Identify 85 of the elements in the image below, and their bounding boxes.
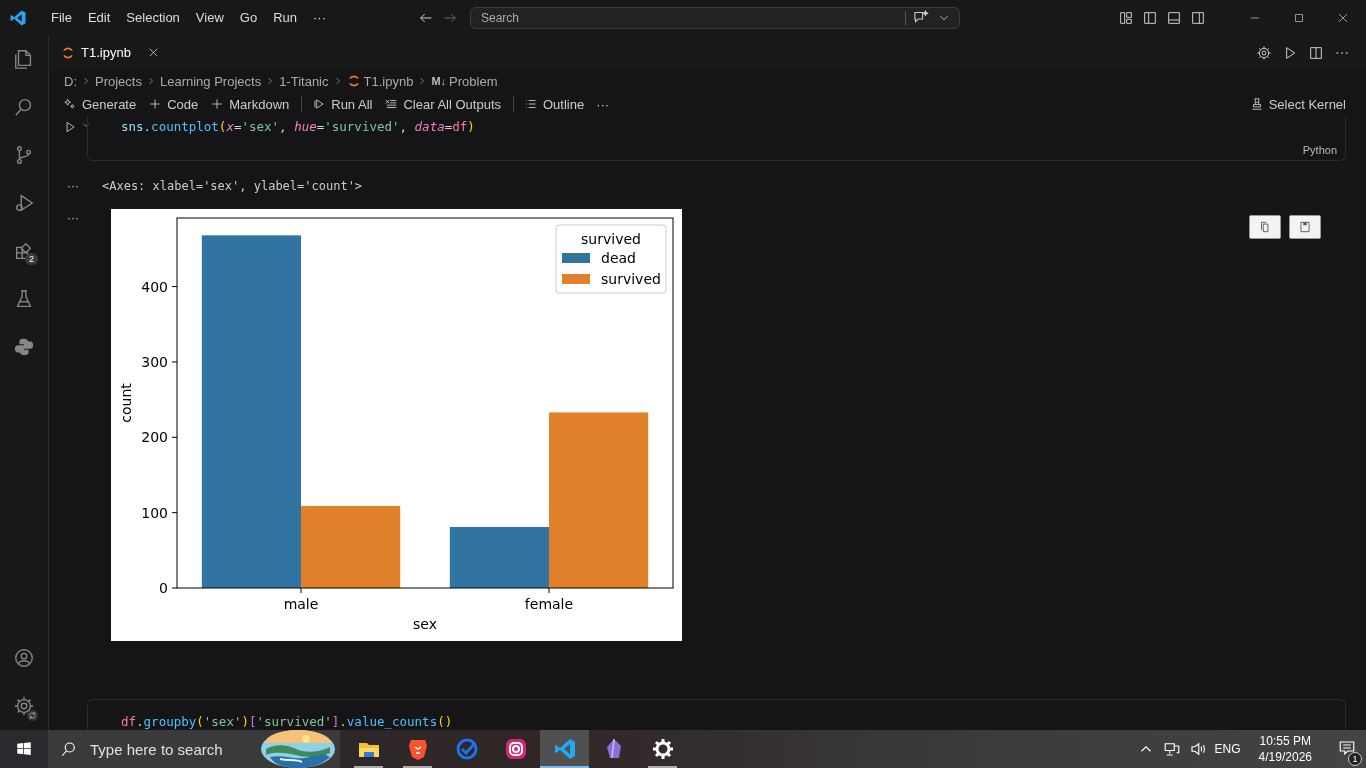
search-input[interactable]: Search <box>479 9 899 26</box>
markdown-icon: M↓ <box>431 75 447 87</box>
code-cell[interactable]: sns.countplot(x='sex', hue='survived', data=df) Python <box>87 116 1346 161</box>
legend-label: dead <box>601 250 636 266</box>
plus-icon <box>210 97 225 111</box>
clock-time[interactable]: 10:55 PM <box>1259 733 1311 749</box>
toolbar-button[interactable]: Outline <box>520 94 589 114</box>
save-button[interactable] <box>1289 215 1321 239</box>
sidebar-right-icon[interactable] <box>1190 9 1206 26</box>
search-icon <box>60 740 78 758</box>
select-kernel-button[interactable]: Select Kernel <box>1245 94 1350 114</box>
breadcrumb-item[interactable]: T1.ipynb <box>363 73 414 89</box>
search-field[interactable]: Search <box>470 6 960 29</box>
sidebar-left-icon[interactable] <box>1142 9 1158 26</box>
toolbar-button[interactable]: Run All <box>308 94 377 114</box>
tick-label: 0 <box>159 580 168 596</box>
run-debug-icon[interactable] <box>13 192 35 214</box>
taskbar-search-field[interactable]: Type here to search <box>48 730 340 768</box>
tick-label: male <box>283 596 319 612</box>
menu-item[interactable]: Go <box>231 10 266 25</box>
settings-icon[interactable] <box>1256 44 1272 61</box>
menu-item[interactable]: ··· <box>305 10 334 25</box>
code-line[interactable]: sns.countplot(x='sex', hue='survived', data=df) <box>121 118 1345 136</box>
notification-count: 1 <box>1348 751 1362 766</box>
axis-label: count <box>118 383 134 423</box>
editor-tab[interactable]: T1.ipynb <box>59 35 170 70</box>
clock-date[interactable]: 4/19/2026 <box>1258 749 1312 765</box>
menu-item[interactable]: Run <box>265 10 305 25</box>
chat-sparkle-icon[interactable] <box>912 9 929 26</box>
sparkle-icon <box>63 97 77 111</box>
code-editor-icon <box>552 737 577 761</box>
kernel-icon <box>1249 97 1264 111</box>
copy-button[interactable] <box>1249 215 1281 239</box>
breadcrumb-item[interactable]: Projects <box>95 73 142 89</box>
tick-label: 300 <box>141 353 168 370</box>
account-icon[interactable] <box>13 647 35 669</box>
tick-label: 400 <box>141 278 168 295</box>
output-menu[interactable]: ··· <box>57 211 79 225</box>
app-logo-icon <box>9 8 27 27</box>
more-button[interactable]: ··· <box>592 94 614 114</box>
breadcrumb-item[interactable]: D: <box>64 73 77 89</box>
breadcrumb-item[interactable]: 1-Titanic <box>279 73 329 89</box>
copy-icon <box>1258 220 1272 234</box>
search-input[interactable]: Type here to search <box>88 739 250 759</box>
count-badge: 2 <box>25 253 38 265</box>
language-label[interactable]: Python <box>1302 144 1345 156</box>
run-cell-icon[interactable] <box>63 120 77 134</box>
settings-icon[interactable] <box>13 695 35 717</box>
language-indicator[interactable]: ENG <box>1214 742 1241 756</box>
code-line[interactable]: df.groupby('sex')['survived'].value_counts() <box>121 713 1345 730</box>
split-editor-icon[interactable] <box>1308 44 1324 61</box>
windows-start-icon[interactable] <box>15 740 33 758</box>
check-circle-icon <box>454 737 479 761</box>
notification-icon[interactable] <box>1338 738 1356 757</box>
menu-item[interactable]: Selection <box>118 10 188 25</box>
breadcrumb-item[interactable]: Learning Projects <box>159 73 262 89</box>
legend-label: survived <box>601 271 661 287</box>
sync-icon <box>27 710 38 721</box>
legend-title: survived <box>581 231 641 247</box>
toolbar-button[interactable]: Clear All Outputs <box>380 94 505 114</box>
menu-item[interactable]: View <box>187 10 232 25</box>
breadcrumb-item[interactable]: Problem <box>449 73 498 89</box>
plus-icon <box>148 97 163 111</box>
menu-item[interactable]: Edit <box>79 10 119 25</box>
save-icon <box>1298 220 1312 234</box>
clear-list-icon <box>384 97 399 111</box>
camera-icon <box>503 737 528 761</box>
toolbar-button[interactable]: Markdown <box>206 94 294 114</box>
menu-item[interactable]: File <box>43 10 80 25</box>
tick-label: 100 <box>141 504 168 521</box>
output-menu[interactable]: ··· <box>57 179 79 193</box>
toolbar-button[interactable]: Code <box>144 94 203 114</box>
settings-icon <box>650 737 675 761</box>
tick-label: female <box>524 596 574 612</box>
panel-icon[interactable] <box>1166 9 1182 26</box>
list-icon <box>524 97 538 111</box>
volume-icon[interactable] <box>1188 740 1207 758</box>
notebook-icon <box>61 45 75 60</box>
output-text: <Axes: xlabel='sex', ylabel='count'> <box>102 179 363 193</box>
network-icon[interactable] <box>1162 740 1181 758</box>
toolbar-button[interactable]: Generate <box>59 94 141 114</box>
python-icon[interactable] <box>13 336 35 358</box>
layout-icon[interactable] <box>1118 9 1134 26</box>
axis-label: sex <box>413 616 437 632</box>
tick-label: 200 <box>141 429 168 446</box>
